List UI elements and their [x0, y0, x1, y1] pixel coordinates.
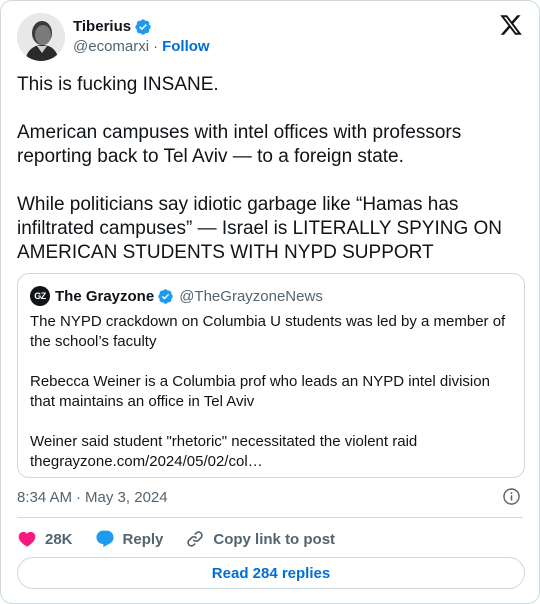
embedded-post-card: Tiberius @ecomarxi · Follow This is fuck…: [0, 0, 540, 604]
quoted-author-avatar: GZ: [30, 286, 50, 306]
follow-button[interactable]: Follow: [162, 37, 210, 57]
action-bar: 28K Reply Copy link to post: [17, 527, 523, 551]
reply-bubble-icon: [95, 530, 114, 548]
info-icon[interactable]: [502, 487, 521, 506]
quoted-post[interactable]: GZ The Grayzone @TheGrayzoneNews The NYP…: [17, 273, 525, 478]
quoted-author-display-name: The Grayzone: [55, 287, 155, 305]
author-handle[interactable]: @ecomarxi: [73, 37, 149, 57]
post-text: This is fucking INSANE. American campuse…: [17, 74, 503, 263]
like-count: 28K: [45, 530, 73, 548]
heart-icon: [18, 531, 36, 547]
author-display-name[interactable]: Tiberius: [73, 17, 131, 37]
quoted-post-header: GZ The Grayzone @TheGrayzoneNews: [30, 286, 512, 306]
copy-link-button[interactable]: Copy link to post: [185, 529, 335, 549]
like-button[interactable]: 28K: [17, 529, 73, 549]
post-time[interactable]: 8:34 AM: [17, 489, 72, 506]
read-replies-button[interactable]: Read 284 replies: [17, 557, 525, 589]
x-logo-icon[interactable]: [499, 13, 523, 37]
post-metadata: 8:34 AM · May 3, 2024: [17, 487, 523, 507]
divider: [17, 517, 523, 518]
quoted-author-handle: @TheGrayzoneNews: [179, 287, 323, 305]
post-date[interactable]: May 3, 2024: [85, 489, 168, 506]
quoted-verified-badge-icon: [158, 288, 173, 304]
copy-link-label: Copy link to post: [213, 530, 336, 548]
author-avatar[interactable]: [17, 13, 65, 61]
quoted-post-text: The NYPD crackdown on Columbia U student…: [30, 313, 506, 470]
meta-separator: ·: [76, 488, 82, 506]
verified-badge-icon: [135, 19, 151, 35]
post-header: Tiberius @ecomarxi · Follow: [17, 13, 523, 61]
separator-dot: ·: [153, 38, 159, 55]
link-icon: [187, 531, 204, 547]
reply-label: Reply: [122, 530, 164, 548]
author-names: Tiberius @ecomarxi · Follow: [73, 17, 210, 57]
reply-button[interactable]: Reply: [95, 529, 164, 549]
